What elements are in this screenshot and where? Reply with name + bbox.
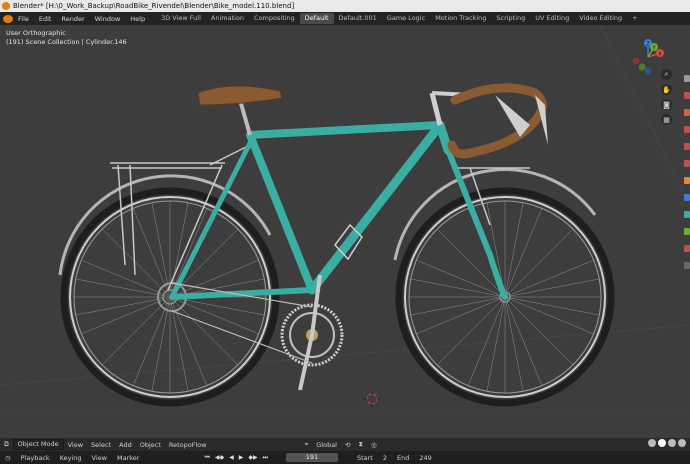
proportional-icon[interactable]: ◎ [367,441,381,449]
properties-tab-strip [684,75,690,438]
menu-view-timeline[interactable]: View [87,454,112,462]
bicycle-model[interactable] [0,25,690,438]
output-tab-icon[interactable] [684,109,690,116]
top-menu-bar: File Edit Render Window Help 3D View Ful… [0,12,690,25]
blender-logo-icon [2,2,10,10]
scene-tab-icon[interactable] [684,143,690,150]
end-frame-label: End [397,453,410,462]
texture-tab-icon[interactable] [684,262,690,269]
solid-shading-icon[interactable] [658,439,666,447]
tab-default-001[interactable]: Default.001 [334,13,382,24]
jump-end-icon[interactable]: ⏭ [263,454,268,462]
modifier-tab-icon[interactable] [684,194,690,201]
object-tab-icon[interactable] [684,177,690,184]
gizmo-z-label: Z [646,42,650,48]
menu-playback[interactable]: Playback [16,454,55,462]
3d-cursor-icon[interactable] [364,391,380,407]
data-tab-icon[interactable] [684,228,690,235]
tool-tab-icon[interactable] [684,75,690,82]
pivot-icon[interactable]: ⟲ [341,441,354,449]
add-workspace-button[interactable]: + [627,13,642,24]
material-tab-icon[interactable] [684,245,690,252]
playback-controls: ⏮ ◀◆ ◀ ▶ ◆▶ ⏭ [204,454,268,462]
tab-motion-tracking[interactable]: Motion Tracking [430,13,491,24]
jump-start-icon[interactable]: ⏮ [204,454,209,462]
orientation-dropdown[interactable]: Global [312,441,341,449]
saddle [197,85,283,106]
menu-window[interactable]: Window [90,15,126,23]
tab-default[interactable]: Default [299,13,334,24]
menu-file[interactable]: File [13,15,34,23]
viewport-header: ⧉ Object Mode View Select Add Object Ret… [0,438,690,451]
start-frame-value[interactable]: 2 [378,454,392,462]
viewport-nav-tools: ⌕ ✋ ◙ ▦ [661,69,672,125]
grid-icon[interactable]: ▦ [661,114,672,125]
prev-key-icon[interactable]: ◀◆ [215,454,224,462]
view-layer-tab-icon[interactable] [684,126,690,133]
shading-buttons [648,439,686,447]
wireframe-shading-icon[interactable] [648,439,656,447]
tab-video-editing[interactable]: Video Editing [574,13,627,24]
blender-menu-icon[interactable] [3,14,13,23]
menu-keying[interactable]: Keying [55,454,87,462]
tab-uv-editing[interactable]: UV Editing [530,13,574,24]
menu-edit[interactable]: Edit [34,15,57,23]
editor-type-icon[interactable]: ⧉ [0,440,13,449]
start-frame-label: Start [356,453,373,462]
menu-select[interactable]: Select [87,441,115,449]
next-key-icon[interactable]: ◆▶ [248,454,257,462]
zoom-icon[interactable]: ⌕ [661,69,672,80]
timeline-editor-icon[interactable]: ◷ [0,454,16,462]
menu-view[interactable]: View [64,441,87,449]
play-reverse-icon[interactable]: ◀ [229,454,234,462]
window-title: Blender* [H:\0_Work_Backup\RoadBike_Rive… [13,2,295,10]
window-titlebar: Blender* [H:\0_Work_Backup\RoadBike_Rive… [0,0,690,12]
physics-tab-icon[interactable] [684,211,690,218]
material-shading-icon[interactable] [668,439,676,447]
camera-icon[interactable]: ◙ [661,99,672,110]
play-icon[interactable]: ▶ [239,454,244,462]
timeline-bar: ◷ Playback Keying View Marker ⏮ ◀◆ ◀ ▶ ◆… [0,451,690,464]
current-frame-field[interactable]: 191 [285,453,338,462]
menu-marker[interactable]: Marker [112,454,144,462]
world-tab-icon[interactable] [684,160,690,167]
menu-render[interactable]: Render [56,15,89,23]
hand-icon[interactable]: ✋ [661,84,672,95]
render-tab-icon[interactable] [684,92,690,99]
mode-dropdown[interactable]: Object Mode [12,439,64,450]
menu-object[interactable]: Object [136,441,165,449]
gizmo-x-label: X [658,52,662,58]
menu-add[interactable]: Add [115,441,136,449]
orientation-icon: ⌖ [304,440,309,448]
3d-viewport[interactable]: User Orthographic (191) Scene Collection… [0,25,690,438]
menu-help[interactable]: Help [125,15,150,23]
tab-compositing[interactable]: Compositing [249,13,300,24]
snap-icon[interactable]: ⧗ [354,440,367,449]
tab-scripting[interactable]: Scripting [491,13,530,24]
tab-game-logic[interactable]: Game Logic [382,13,430,24]
rendered-shading-icon[interactable] [678,439,686,447]
tab-3d-view-full[interactable]: 3D View Full [156,13,206,24]
end-frame-value[interactable]: 249 [414,454,436,462]
menu-retopoflow[interactable]: RetopoFlow [165,441,211,449]
tab-animation[interactable]: Animation [206,13,249,24]
